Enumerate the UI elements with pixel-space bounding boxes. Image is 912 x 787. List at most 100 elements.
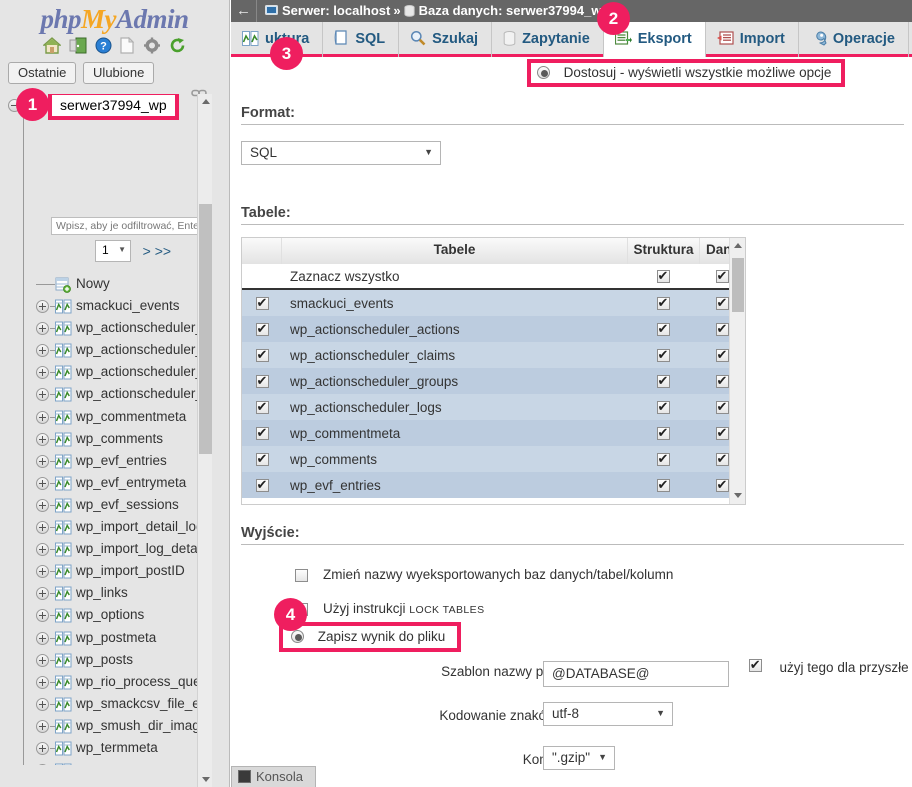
expand-icon[interactable] [36,300,49,314]
expand-icon[interactable] [36,366,49,380]
expand-icon[interactable] [36,344,49,358]
sidebar-item-table[interactable]: wp_terms [0,760,212,765]
back-button[interactable]: ← [231,0,257,22]
logo[interactable]: phpMyAdmin [0,0,229,35]
docs-icon[interactable] [119,36,135,56]
sidebar-item-table[interactable]: wp_posts [0,650,212,672]
custom-radio[interactable] [537,66,550,79]
expand-icon[interactable] [36,410,49,424]
sidebar-item-table[interactable]: wp_actionscheduler_group [0,362,212,384]
scrollbar-thumb[interactable] [199,204,212,454]
remember-template-checkbox[interactable] [748,657,762,673]
expand-icon[interactable] [36,653,49,667]
database-breadcrumb-label[interactable]: Baza danych: serwer37994_w [419,3,602,18]
scroll-up-arrow[interactable] [198,99,213,114]
table-row[interactable]: wp_comments [242,446,745,472]
charset-select[interactable]: utf-8 ▼ [543,702,673,726]
table-row[interactable]: wp_actionscheduler_claims [242,342,745,368]
sidebar-item-table[interactable]: wp_rio_process_queue [0,672,212,694]
tab-operacje[interactable]: Operacje [799,22,909,57]
table-row[interactable]: wp_commentmeta [242,420,745,446]
sidebar-item-table[interactable]: smackuci_events [0,296,212,318]
save-to-file-group[interactable]: Zapisz wynik do pliku [279,622,462,652]
expand-icon[interactable] [36,476,49,490]
structure-checkbox[interactable] [656,399,670,414]
structure-checkbox[interactable] [656,373,670,388]
sidebar-item-table[interactable]: wp_evf_sessions [0,495,212,517]
table-row[interactable]: wp_evf_entries [242,472,745,498]
row-checkbox[interactable] [255,347,269,362]
refresh-icon[interactable] [169,37,186,56]
tab-szukaj[interactable]: Szukaj [399,22,493,57]
scroll-down-arrow[interactable] [198,772,213,787]
expand-icon[interactable] [36,432,49,446]
select-all-data-checkbox[interactable] [715,268,729,283]
sidebar-item-table[interactable]: wp_import_detail_log [0,517,212,539]
scrollbar-thumb[interactable] [732,258,744,312]
data-checkbox[interactable] [715,321,729,336]
data-checkbox[interactable] [715,373,729,388]
rename-option-row[interactable]: Zmień nazwy wyeksportowanych baz danych/… [231,563,912,597]
sidebar-item-table[interactable]: wp_evf_entries [0,451,212,473]
row-checkbox[interactable] [255,425,269,440]
sidebar-item-table[interactable]: wp_commentmeta [0,407,212,429]
table-row[interactable]: wp_actionscheduler_actions [242,316,745,342]
server-label[interactable]: Serwer: localhost [282,3,390,18]
expand-icon[interactable] [36,543,49,557]
row-checkbox[interactable] [255,477,269,492]
scroll-down-arrow[interactable] [730,489,745,504]
expand-icon[interactable] [36,719,49,733]
data-checkbox[interactable] [715,347,729,362]
sidebar-item-table[interactable]: wp_import_log_detail [0,539,212,561]
expand-icon[interactable] [36,565,49,579]
structure-checkbox[interactable] [656,347,670,362]
sidebar-item-table[interactable]: wp_actionscheduler_claim [0,340,212,362]
filename-template-input[interactable]: @DATABASE@ [543,661,729,687]
sidebar-filter-input[interactable]: Wpisz, aby je odfiltrować, Enter, ab X [51,217,209,235]
select-all-structure-checkbox[interactable] [656,268,670,283]
expand-icon[interactable] [36,764,49,765]
sidebar-item-table[interactable]: wp_termmeta [0,738,212,760]
expand-icon[interactable] [36,631,49,645]
tab-zapytanie[interactable]: Zapytanie [492,22,604,57]
row-checkbox[interactable] [255,399,269,414]
expand-icon[interactable] [36,609,49,623]
expand-icon[interactable] [36,675,49,689]
expand-icon[interactable] [36,697,49,711]
sidebar-tab-ulubione[interactable]: Ulubione [83,62,155,84]
page-next-link[interactable]: > >> [143,243,171,259]
sidebar-item-table[interactable]: wp_smush_dir_images [0,716,212,738]
help-icon[interactable]: ? [95,37,112,56]
page-select[interactable]: 1 ▼ [95,240,131,262]
table-row[interactable]: smackuci_events [242,290,745,316]
sidebar-item-table[interactable]: wp_import_postID [0,561,212,583]
row-checkbox[interactable] [255,321,269,336]
save-to-file-radio[interactable] [291,630,304,643]
settings-icon[interactable] [143,37,161,56]
sidebar-database-name[interactable]: serwer37994_wp [48,94,179,120]
sidebar-item-table[interactable]: wp_postmeta [0,628,212,650]
expand-icon[interactable] [36,498,49,512]
sidebar-item-table[interactable]: wp_comments [0,429,212,451]
data-checkbox[interactable] [715,477,729,492]
logout-icon[interactable] [69,37,87,56]
sidebar-item-table[interactable]: wp_options [0,605,212,627]
expand-icon[interactable] [36,454,49,468]
scroll-up-arrow[interactable] [730,243,745,258]
compression-select[interactable]: ".gzip" ▼ [543,746,615,770]
row-checkbox[interactable] [255,451,269,466]
data-checkbox[interactable] [715,295,729,310]
sidebar-item-nowy[interactable]: Nowy [0,274,212,296]
expand-icon[interactable] [36,587,49,601]
expand-icon[interactable] [36,388,49,402]
console-bar[interactable]: Konsola [231,766,316,787]
tab-sql[interactable]: SQL [323,22,400,57]
sidebar-tab-ostatnie[interactable]: Ostatnie [8,62,77,84]
row-checkbox[interactable] [255,295,269,310]
structure-checkbox[interactable] [656,451,670,466]
data-checkbox[interactable] [715,425,729,440]
row-checkbox[interactable] [255,373,269,388]
data-checkbox[interactable] [715,451,729,466]
sidebar-item-table[interactable]: wp_links [0,583,212,605]
structure-checkbox[interactable] [656,321,670,336]
